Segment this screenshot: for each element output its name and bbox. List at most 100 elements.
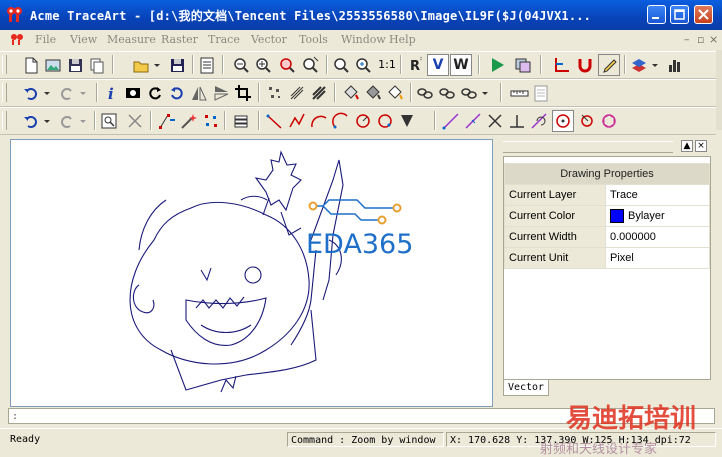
zoom-previous-button[interactable] xyxy=(352,54,374,76)
triangle-icon xyxy=(401,115,413,127)
property-value[interactable]: Trace xyxy=(605,184,710,206)
layer-stack-button[interactable] xyxy=(230,110,252,132)
close-button[interactable] xyxy=(694,5,713,24)
notes-button[interactable] xyxy=(530,82,552,104)
notepad-icon xyxy=(534,85,548,102)
menu-help[interactable]: Help xyxy=(389,33,416,46)
thin-button[interactable] xyxy=(286,82,308,104)
menu-vector[interactable]: Vector xyxy=(251,33,287,46)
toolbar-grip[interactable] xyxy=(2,83,7,102)
zoom-window-button[interactable] xyxy=(276,54,298,76)
draw-arc3-button[interactable] xyxy=(330,110,352,132)
menu-view[interactable]: View xyxy=(70,33,97,46)
draw-arc-button[interactable] xyxy=(308,110,330,132)
save-button[interactable] xyxy=(166,54,188,76)
link-dropdown[interactable] xyxy=(476,82,498,104)
redo-dropdown[interactable] xyxy=(74,82,96,104)
panel-grip[interactable] xyxy=(503,141,673,153)
save-vector-button[interactable] xyxy=(64,54,86,76)
mdi-minimize-button[interactable]: – xyxy=(684,33,690,46)
snap-tangent-button[interactable] xyxy=(528,110,550,132)
zoom-extents-button[interactable] xyxy=(299,54,321,76)
ruler-button[interactable] xyxy=(508,82,530,104)
rotate-cw-button[interactable] xyxy=(144,82,166,104)
batch-trace-button[interactable] xyxy=(512,54,534,76)
mdi-close-button[interactable]: × xyxy=(709,33,718,46)
mdi-restore-button[interactable]: ▫ xyxy=(697,33,704,46)
property-value[interactable]: Bylayer xyxy=(605,205,710,227)
menu-tools[interactable]: Tools xyxy=(299,33,328,46)
crop-button[interactable] xyxy=(232,82,254,104)
property-row[interactable]: Current Color Bylayer xyxy=(504,205,710,227)
draw-polyline-button[interactable] xyxy=(286,110,308,132)
panel-close-button[interactable]: × xyxy=(695,140,707,152)
mirror-button[interactable] xyxy=(188,82,210,104)
magnet-icon xyxy=(578,59,592,73)
zoom-realtime-button[interactable] xyxy=(330,54,352,76)
menu-trace[interactable]: Trace xyxy=(208,33,240,46)
select-edit-button[interactable] xyxy=(156,110,178,132)
title-bar[interactable]: Acme TraceArt - [d:\我的文档\Tencent Files\2… xyxy=(0,0,722,30)
despeckle-button[interactable] xyxy=(264,82,286,104)
draw-fill-button[interactable] xyxy=(396,110,418,132)
zoom-in-button[interactable] xyxy=(252,54,274,76)
node-tool-button[interactable] xyxy=(200,110,222,132)
property-value[interactable]: Pixel xyxy=(605,247,710,269)
vector-select-button[interactable]: V xyxy=(427,54,449,76)
zoom-out-button[interactable] xyxy=(230,54,252,76)
snap-intersection-button[interactable] xyxy=(484,110,506,132)
draw-line-button[interactable] xyxy=(264,110,286,132)
draw-circle-button[interactable] xyxy=(352,110,374,132)
property-value[interactable]: 0.000000 xyxy=(605,226,710,248)
menu-window[interactable]: Window xyxy=(341,33,386,46)
erase-fill-button[interactable] xyxy=(384,82,406,104)
toolbar-grip[interactable] xyxy=(2,55,7,74)
property-row[interactable]: Current Unit Pixel xyxy=(504,247,710,269)
property-row[interactable]: Current Width 0.000000 xyxy=(504,226,710,248)
new-button[interactable] xyxy=(20,54,42,76)
toolbar-grip[interactable] xyxy=(2,111,7,130)
drawing-canvas[interactable]: EDA365 xyxy=(10,139,493,407)
actual-size-button[interactable]: 1:1 xyxy=(376,54,398,76)
maximize-button[interactable] xyxy=(670,5,689,24)
find-button[interactable] xyxy=(98,110,120,132)
join-button[interactable] xyxy=(436,82,458,104)
print-preview-button[interactable] xyxy=(86,54,108,76)
snap-perpendicular-button[interactable] xyxy=(506,110,528,132)
property-key: Current Unit xyxy=(504,247,606,269)
panel-pin-button[interactable]: ▲ xyxy=(681,140,693,152)
snap-quadrant-button[interactable] xyxy=(576,110,598,132)
redo-vector-dropdown[interactable] xyxy=(74,110,96,132)
snap-button[interactable] xyxy=(574,54,596,76)
tab-vector[interactable]: Vector xyxy=(503,380,549,396)
snap-line-button[interactable] xyxy=(440,110,462,132)
workspace-select-button[interactable]: W xyxy=(450,54,472,76)
fill-region-button[interactable] xyxy=(362,82,384,104)
flip-button[interactable] xyxy=(210,82,232,104)
smooth-button[interactable] xyxy=(414,82,436,104)
menu-raster[interactable]: Raster xyxy=(161,33,198,46)
snap-center-button[interactable] xyxy=(552,110,574,132)
info-button[interactable]: i xyxy=(100,82,122,104)
draw-circle3-button[interactable] xyxy=(374,110,396,132)
invert-button[interactable] xyxy=(122,82,144,104)
snap-diagonal-button[interactable] xyxy=(462,110,484,132)
toolbar-scrollbar[interactable] xyxy=(716,50,722,130)
menu-file[interactable]: File xyxy=(35,33,56,46)
delete-button[interactable] xyxy=(124,110,146,132)
origin-button[interactable] xyxy=(550,54,572,76)
property-row[interactable]: Current Layer Trace xyxy=(504,184,710,206)
ortho-button[interactable] xyxy=(598,54,620,76)
snap-polygon-button[interactable] xyxy=(598,110,620,132)
open-image-button[interactable] xyxy=(42,54,64,76)
histogram-button[interactable] xyxy=(664,54,686,76)
run-trace-button[interactable] xyxy=(486,54,508,76)
minimize-button[interactable] xyxy=(647,5,666,24)
menu-measure[interactable]: Measure xyxy=(107,33,156,46)
rotate-ccw-button[interactable] xyxy=(166,82,188,104)
fill-button[interactable] xyxy=(340,82,362,104)
print-button[interactable] xyxy=(196,54,218,76)
magic-wand-button[interactable] xyxy=(178,110,200,132)
thicken-button[interactable] xyxy=(308,82,330,104)
raster-select-button[interactable]: R xyxy=(405,54,427,76)
